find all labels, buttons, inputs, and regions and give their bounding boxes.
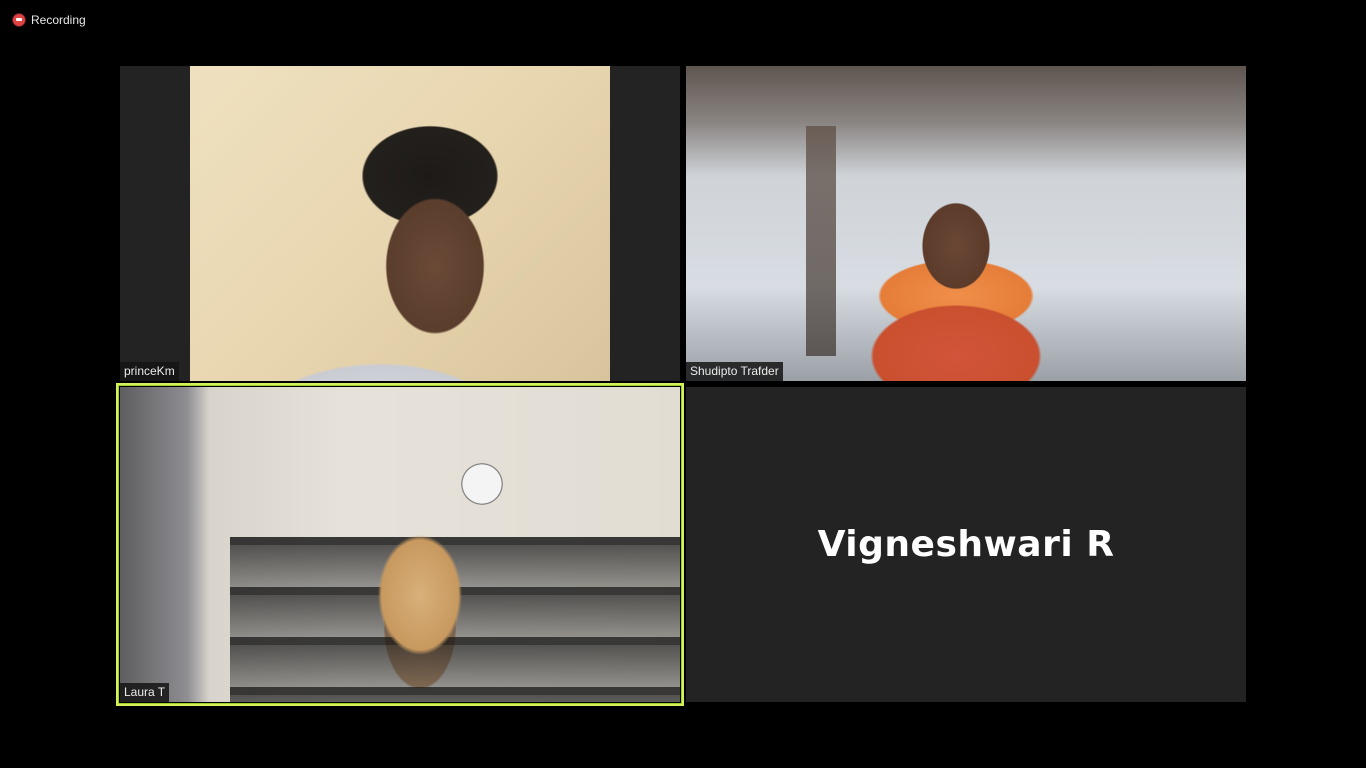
recording-indicator[interactable]: Recording	[13, 12, 86, 28]
participant-video	[686, 66, 1246, 381]
participant-name-placeholder: Vigneshwari R	[817, 524, 1115, 565]
record-icon	[13, 14, 25, 26]
participant-tile-laura-t[interactable]: Laura T	[120, 387, 680, 702]
participant-tile-princekm[interactable]: princeKm	[120, 66, 680, 381]
participant-tile-shudipto-trafder[interactable]: Shudipto Trafder	[686, 66, 1246, 381]
participant-video	[190, 66, 610, 381]
participant-video	[120, 387, 680, 702]
participant-tile-vigneshwari-r[interactable]: Vigneshwari R	[686, 387, 1246, 702]
participant-name-label: princeKm	[120, 362, 179, 381]
participant-name-label: Laura T	[120, 683, 170, 702]
participant-name-label: Shudipto Trafder	[686, 362, 783, 381]
recording-label: Recording	[31, 13, 86, 27]
